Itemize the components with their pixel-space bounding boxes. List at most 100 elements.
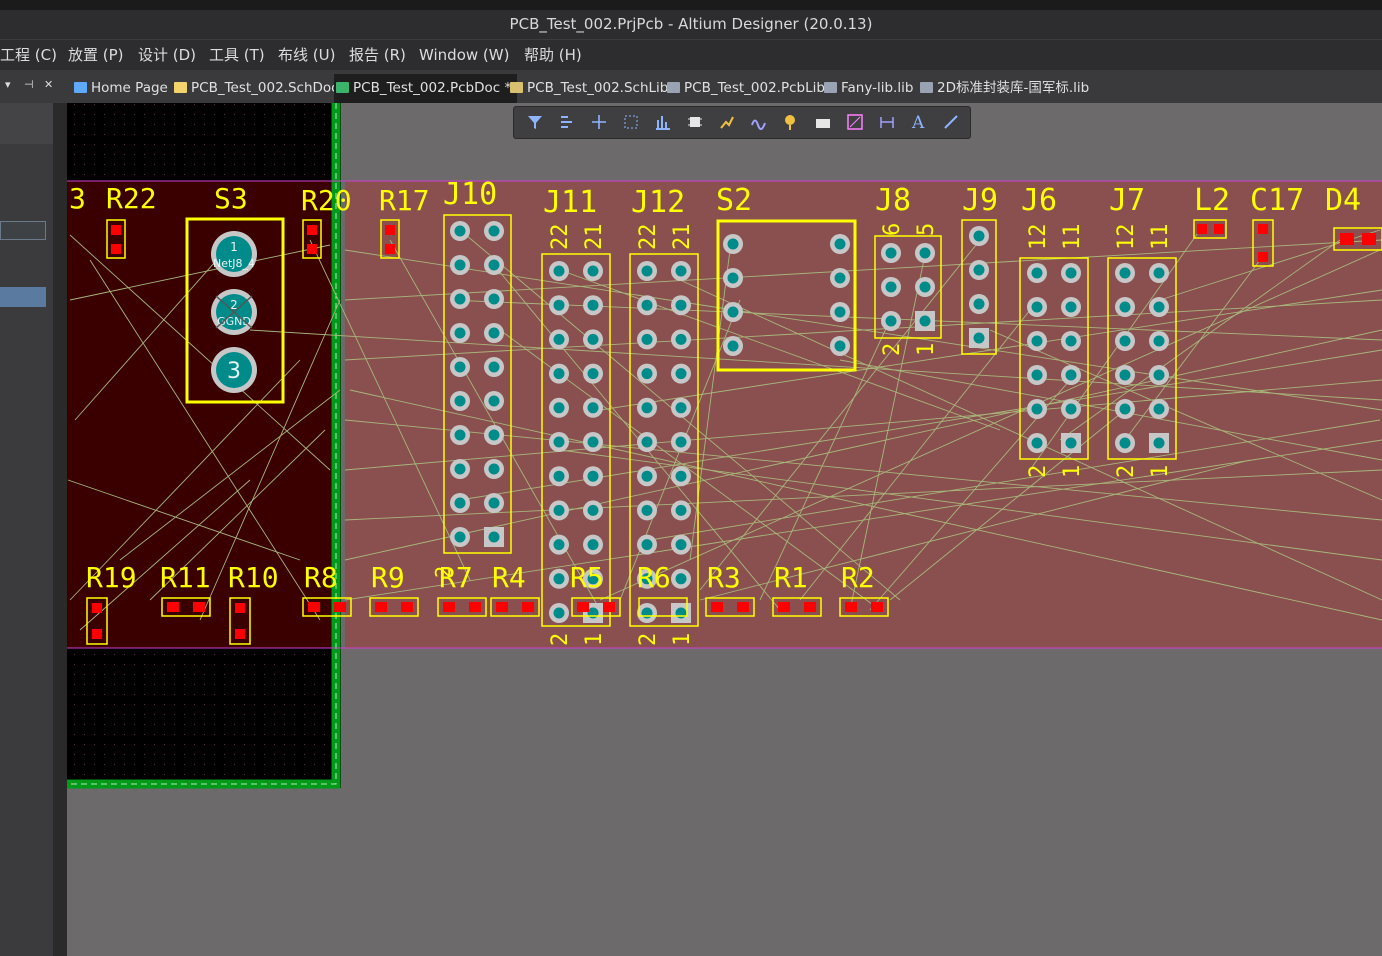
route-icon-glyph	[720, 116, 734, 129]
pin-label: 2	[880, 343, 905, 356]
pad-drill	[587, 607, 599, 619]
pad-drill	[587, 333, 599, 345]
designator-r8: R8	[304, 561, 338, 594]
pin-label: 2	[636, 633, 661, 646]
pin-label: 1	[1148, 465, 1173, 478]
align-icon[interactable]	[654, 113, 672, 131]
pcb-workspace[interactable]: 3 R22 S31NetJ8_42GGND3R20 R17 J102J1122 212 1J…	[0, 0, 1382, 956]
pad-drill	[1119, 369, 1131, 381]
pad-drill	[1119, 335, 1131, 347]
smd-pad	[522, 602, 534, 612]
pin-label: 1	[670, 633, 695, 646]
pin-label: 21	[670, 224, 695, 251]
pad-drill	[973, 230, 985, 242]
via-icon[interactable]	[782, 113, 800, 131]
smd-pad	[737, 602, 749, 612]
pin-label: 1	[1060, 465, 1085, 478]
pad-drill	[641, 265, 653, 277]
smd-pad	[92, 603, 102, 613]
pin-label: 12	[1114, 224, 1139, 251]
designator-j9: J9	[962, 183, 998, 218]
pad-drill	[1153, 301, 1165, 313]
pad-drill	[727, 272, 739, 284]
smd-pad	[375, 602, 387, 612]
designator-c17: C17	[1250, 183, 1304, 218]
interactive-route-icon[interactable]	[558, 113, 576, 131]
designator-r4: R4	[492, 561, 526, 594]
align-icon-glyph	[656, 116, 670, 130]
pad-drill	[553, 333, 565, 345]
pad-drill	[1119, 267, 1131, 279]
designator-s2: S2	[716, 183, 752, 218]
pad-drill	[488, 429, 500, 441]
designator-r9: R9	[371, 561, 405, 594]
pad-drill	[1031, 403, 1043, 415]
pad-drill	[454, 293, 466, 305]
pin-label: 6	[880, 223, 905, 236]
pad-drill	[454, 225, 466, 237]
pad-drill	[553, 265, 565, 277]
designator-r5: R5	[570, 561, 604, 594]
route-icon[interactable]	[718, 113, 736, 131]
smd-pad	[334, 602, 346, 612]
pad-drill	[1153, 267, 1165, 279]
pin-label: 22	[548, 224, 573, 251]
component-icon[interactable]	[686, 113, 704, 131]
designator-r19: R19	[86, 561, 137, 594]
pad-drill	[488, 497, 500, 509]
select-rect-icon[interactable]	[622, 113, 640, 131]
pin-label: 1	[582, 633, 607, 646]
diff-pair-icon[interactable]	[750, 113, 768, 131]
designator-j6: J6	[1021, 183, 1057, 218]
pad-drill	[885, 281, 897, 293]
designator-r7: R7	[439, 561, 473, 594]
pad-drill	[675, 573, 687, 585]
designator-r3: R3	[707, 561, 741, 594]
pad-drill	[675, 299, 687, 311]
active-bar-toolbar: A	[513, 106, 971, 139]
pad-drill	[587, 368, 599, 380]
smd-pad	[235, 629, 245, 639]
pin-label: 5	[914, 223, 939, 236]
polygon-icon[interactable]	[846, 113, 864, 131]
dimension-icon[interactable]	[878, 113, 896, 131]
pin-label: 22	[636, 224, 661, 251]
pad-drill	[553, 573, 565, 585]
component-icon-glyph	[688, 117, 702, 127]
pad-drill	[488, 327, 500, 339]
pad-drill	[675, 607, 687, 619]
smd-pad	[1362, 233, 1376, 245]
pad-drill	[1031, 301, 1043, 313]
text-icon-glyph: A	[911, 113, 925, 133]
pad-drill	[454, 497, 466, 509]
smd-pad	[111, 244, 121, 254]
line-icon[interactable]	[942, 113, 960, 131]
pad-drill	[1153, 335, 1165, 347]
pad-drill	[587, 265, 599, 277]
place-cross-icon[interactable]	[590, 113, 608, 131]
smd-pad	[469, 602, 481, 612]
switch-pad-number: 1	[230, 240, 238, 254]
pad-drill	[488, 463, 500, 475]
place-cross-icon-glyph	[592, 115, 606, 129]
pad-drill	[834, 238, 846, 250]
pin-label: 1	[914, 343, 939, 356]
pad-drill	[454, 361, 466, 373]
pad-drill	[1153, 403, 1165, 415]
fill-icon[interactable]	[814, 113, 832, 131]
pad-drill	[454, 429, 466, 441]
pad-drill	[454, 531, 466, 543]
fill-icon-glyph	[816, 119, 830, 128]
smd-pad	[307, 225, 317, 235]
filter-icon[interactable]	[526, 113, 544, 131]
svg-text:A: A	[911, 113, 925, 131]
pad-drill	[454, 327, 466, 339]
pad-drill	[675, 539, 687, 551]
designator-3: 3	[69, 182, 86, 215]
designator-r2: R2	[841, 561, 875, 594]
pad-drill	[973, 264, 985, 276]
text-icon[interactable]: A	[910, 113, 928, 133]
pin-label: 21	[582, 224, 607, 251]
smd-pad	[804, 602, 816, 612]
smd-pad	[401, 602, 413, 612]
